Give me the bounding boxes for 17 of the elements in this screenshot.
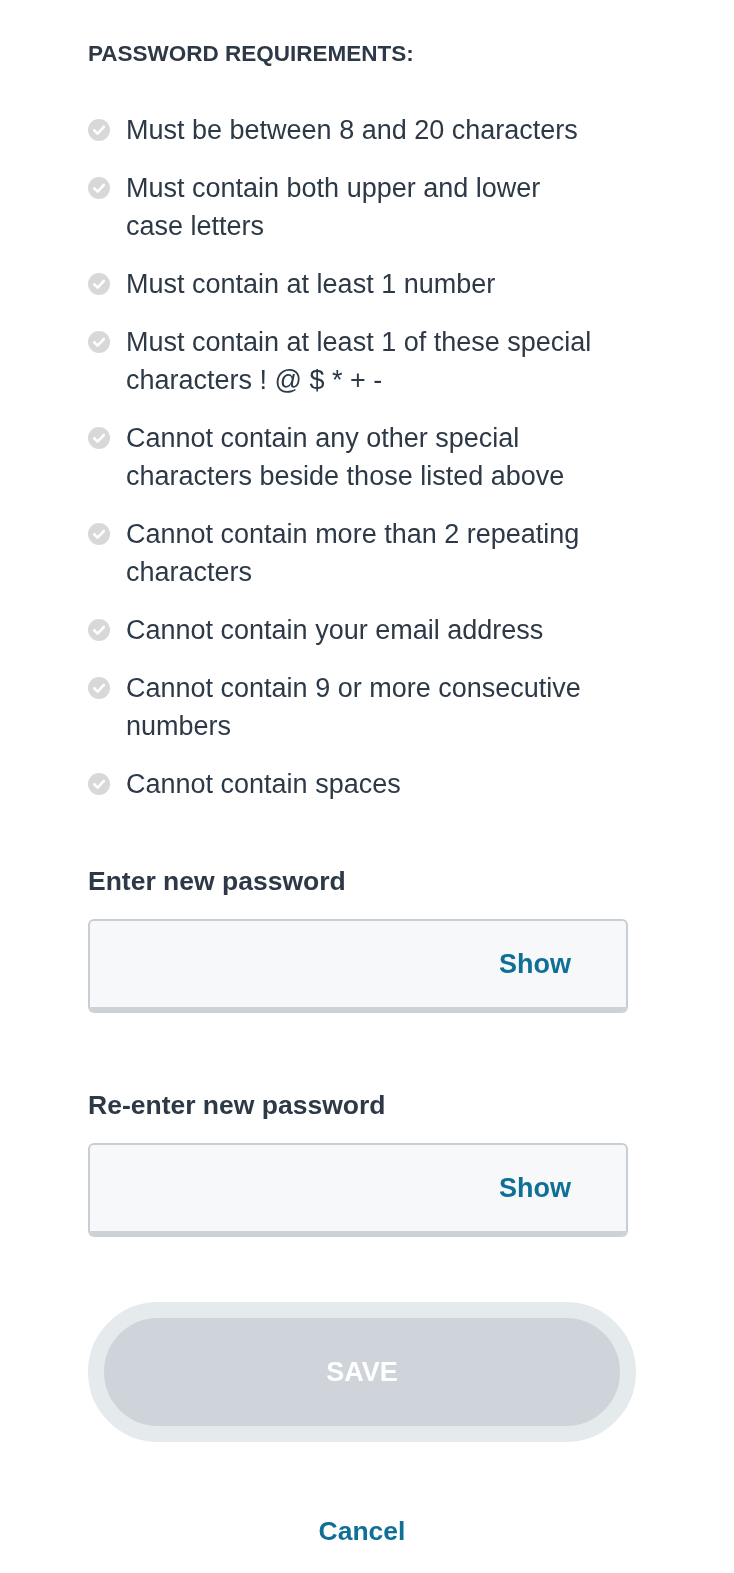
- show-button[interactable]: Show: [499, 1170, 571, 1206]
- requirement-text: Cannot contain any other special characters beside those listed above: [126, 422, 566, 493]
- show-button[interactable]: Show: [499, 946, 571, 982]
- requirements-heading: PASSWORD REQUIREMENTS:: [88, 40, 414, 68]
- requirement-text: Must contain both upper and lower case letters: [126, 172, 542, 243]
- field-label: Enter new password: [88, 865, 346, 898]
- requirement-text: Cannot contain more than 2 repeating characters: [126, 518, 581, 589]
- requirement-text: Cannot contain your email address: [126, 614, 545, 647]
- password-field[interactable]: Show: [88, 919, 628, 1013]
- requirement-text: Cannot contain spaces: [126, 768, 402, 801]
- requirement-text: Cannot contain 9 or more consecutive numbers: [126, 672, 582, 743]
- field-label: Re-enter new password: [88, 1089, 386, 1122]
- requirement-text: Must contain at least 1 of these special characters ! @ $ * + -: [126, 326, 593, 397]
- password-field[interactable]: Show: [88, 1143, 628, 1237]
- cancel-link[interactable]: Cancel: [318, 1513, 406, 1549]
- requirement-text: Must be between 8 and 20 characters: [126, 114, 579, 147]
- requirement-text: Must contain at least 1 number: [126, 268, 497, 301]
